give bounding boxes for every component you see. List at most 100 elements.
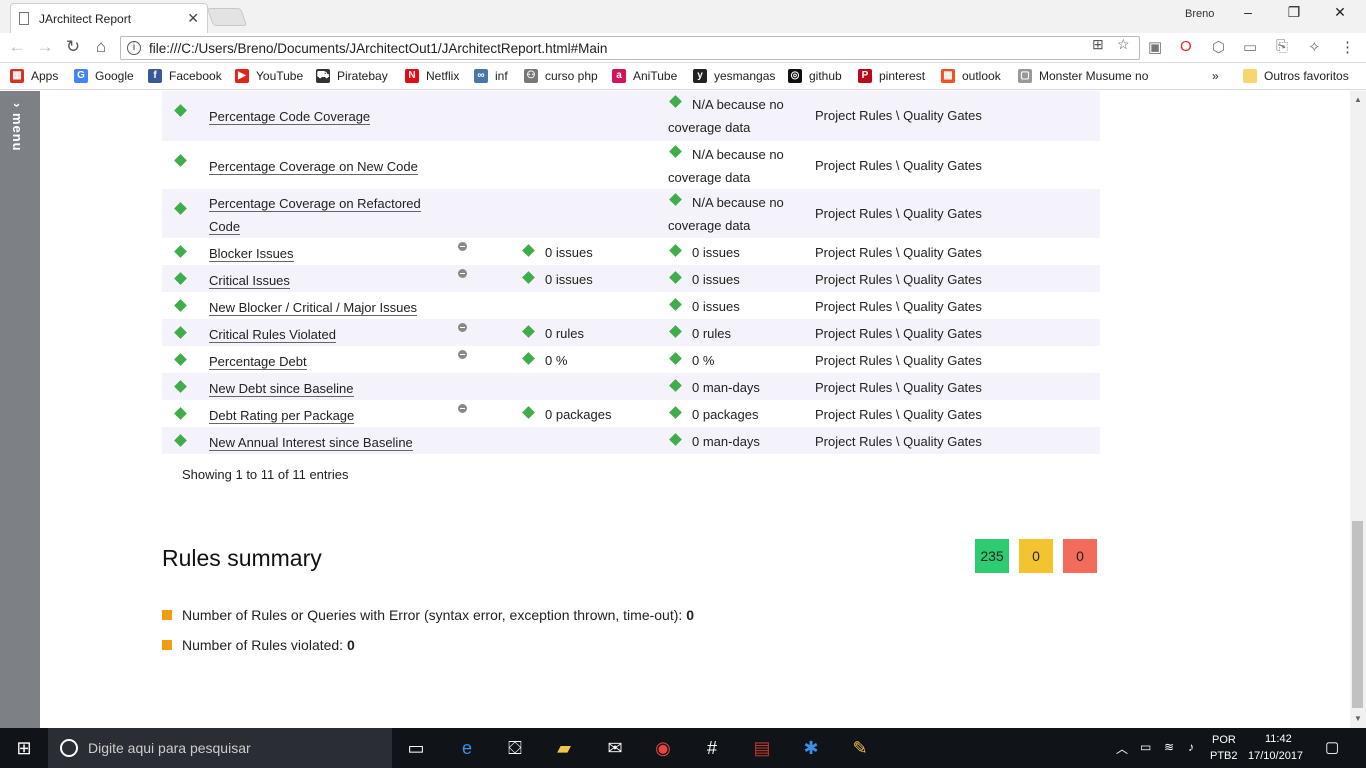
- clock-date[interactable]: 17/10/2017: [1248, 750, 1303, 762]
- value-ok-icon: [522, 401, 535, 424]
- profile-name[interactable]: Breno: [1185, 8, 1214, 20]
- opera-icon[interactable]: O: [1180, 38, 1192, 55]
- rule-name-link[interactable]: Critical Rules Violated: [209, 323, 434, 346]
- scroll-down-icon[interactable]: ▼: [1354, 714, 1362, 723]
- bookmark-item[interactable]: ◎ github: [788, 69, 842, 83]
- rule-name-link[interactable]: Blocker Issues: [209, 242, 434, 265]
- bookmarks-more-button[interactable]: »: [1212, 69, 1219, 83]
- address-bar[interactable]: i file:///C:/Users/Breno/Documents/JArch…: [120, 36, 1140, 60]
- clock-time[interactable]: 11:42: [1265, 733, 1292, 745]
- status-ok-icon: [174, 149, 187, 172]
- notifications-icon[interactable]: ▢: [1325, 738, 1339, 756]
- jarchitect-icon[interactable]: ✱: [799, 736, 823, 760]
- forward-icon[interactable]: →: [34, 37, 56, 57]
- table-row: Percentage Coverage on Refactored Code N/…: [162, 189, 1100, 238]
- bookmark-item[interactable]: Ppinterest: [858, 69, 925, 83]
- rule-name-link[interactable]: Percentage Debt: [209, 350, 434, 373]
- summary-line-errors: Number of Rules or Queries with Error (s…: [162, 607, 694, 623]
- language-indicator[interactable]: POR: [1212, 734, 1236, 746]
- close-tab-icon[interactable]: ✕: [187, 10, 199, 27]
- bookmark-item[interactable]: ▶ YouTube: [235, 69, 303, 83]
- rule-name-link[interactable]: New Annual Interest since Baseline: [209, 431, 434, 454]
- extension-box-icon[interactable]: ⬡: [1212, 38, 1225, 56]
- bookmark-star-icon[interactable]: ☆: [1117, 36, 1130, 53]
- trend-neutral-icon: [458, 262, 467, 285]
- rule-name-link[interactable]: Percentage Coverage on Refactored Code: [209, 192, 434, 238]
- rule-group: Project Rules \ Quality Gates: [815, 434, 982, 449]
- rule-name: Blocker Issues: [209, 246, 294, 262]
- rule-name-link[interactable]: Percentage Code Coverage: [209, 105, 434, 128]
- task-view-icon[interactable]: ▭: [404, 736, 428, 760]
- chrome-taskbar-icon[interactable]: ◉: [651, 736, 675, 760]
- report-content: Percentage Code Coverage N/A because no c…: [40, 91, 1350, 728]
- mail-icon[interactable]: ✉: [603, 736, 627, 760]
- paint-icon[interactable]: ✎: [848, 736, 872, 760]
- scrollbar-thumb[interactable]: [1352, 521, 1363, 708]
- wifi-icon[interactable]: ≋: [1164, 740, 1174, 754]
- bookmark-item[interactable]: f Facebook: [148, 69, 222, 83]
- store-icon[interactable]: ⛋: [503, 736, 527, 760]
- battery-icon[interactable]: ▭: [1140, 740, 1151, 754]
- close-window-icon[interactable]: ✕: [1330, 4, 1350, 21]
- chrome-menu-icon[interactable]: ⋮: [1340, 38, 1355, 56]
- reload-icon[interactable]: ↻: [62, 37, 84, 57]
- rule-name: Percentage Coverage on Refactored Code: [209, 196, 421, 235]
- bookmark-item[interactable]: y yesmangas: [693, 69, 775, 83]
- bookmark-item[interactable]: N Netflix: [405, 69, 459, 83]
- gate-ok-icon: [669, 374, 682, 397]
- taskbar-search[interactable]: Digite aqui para pesquisar: [48, 728, 392, 768]
- new-tab-button[interactable]: [206, 8, 248, 26]
- gate-ok-icon: [669, 401, 682, 424]
- page-scrollbar[interactable]: ▲ ▼: [1350, 91, 1366, 728]
- rule-value: 0 %: [545, 353, 568, 368]
- keyboard-layout[interactable]: PTB2: [1210, 750, 1238, 762]
- back-icon[interactable]: ←: [6, 37, 28, 57]
- extension-pdf-icon[interactable]: ⎘: [1276, 38, 1288, 55]
- rule-name-link[interactable]: Critical Issues: [209, 269, 434, 292]
- rule-value: 0 issues: [545, 245, 593, 260]
- bookmark-item[interactable]: ⛟ Piratebay: [316, 69, 388, 83]
- file-explorer-icon[interactable]: ▰: [552, 736, 576, 760]
- winrar-icon[interactable]: ▤: [750, 736, 774, 760]
- scroll-up-icon[interactable]: ▲: [1354, 95, 1362, 104]
- other-bookmarks-folder[interactable]: Outros favoritos: [1243, 69, 1349, 83]
- rule-name-link[interactable]: New Debt since Baseline: [209, 377, 434, 400]
- status-ok-icon: [174, 348, 187, 371]
- gate-status: 0 issues: [692, 245, 740, 260]
- rule-name-link[interactable]: Debt Rating per Package: [209, 404, 434, 427]
- browser-tab[interactable]: JArchitect Report ✕: [10, 3, 208, 33]
- rule-name-link[interactable]: New Blocker / Critical / Major Issues: [209, 296, 434, 319]
- bookmark-label: outlook: [962, 69, 1001, 83]
- info-icon[interactable]: i: [127, 41, 141, 55]
- rule-group: Project Rules \ Quality Gates: [815, 245, 982, 260]
- table-row: Critical Rules Violated 0 rules 0 rules Pro…: [162, 319, 1100, 346]
- extension-card-icon[interactable]: ▭: [1243, 38, 1257, 56]
- edge-icon[interactable]: e: [455, 736, 479, 760]
- slack-icon[interactable]: #: [700, 736, 724, 760]
- minimize-icon[interactable]: –: [1238, 4, 1258, 20]
- bookmark-item[interactable]: a AniTube: [612, 69, 677, 83]
- windows-start-icon[interactable]: ⊞: [12, 736, 36, 760]
- bookmark-favicon-icon: f: [148, 69, 162, 83]
- bookmark-item[interactable]: ⚇ curso php: [524, 69, 598, 83]
- bookmark-item[interactable]: ▦ outlook: [941, 69, 1001, 83]
- volume-icon[interactable]: ♪: [1188, 740, 1194, 754]
- extension-lock-icon[interactable]: ▣: [1148, 38, 1162, 56]
- translate-icon[interactable]: ⊞: [1092, 36, 1104, 53]
- bookmark-item[interactable]: ▢ Monster Musume no: [1018, 69, 1148, 83]
- bookmark-favicon-icon: ▢: [1018, 69, 1032, 83]
- browser-tab-strip: JArchitect Report ✕ Breno – ❐ ✕: [0, 0, 1366, 33]
- tray-chevron-icon[interactable]: ︿: [1116, 740, 1128, 757]
- gate-status: 0 issues: [692, 272, 740, 287]
- bookmark-label: Google: [95, 69, 134, 83]
- restore-icon[interactable]: ❐: [1284, 4, 1304, 21]
- table-row: Critical Issues 0 issues 0 issues Project R…: [162, 265, 1100, 292]
- bookmark-item[interactable]: G Google: [74, 69, 134, 83]
- rule-group: Project Rules \ Quality Gates: [815, 380, 982, 395]
- bookmark-item[interactable]: ∞ inf: [474, 69, 508, 83]
- side-menu-toggle[interactable]: › menu: [0, 91, 40, 728]
- rule-name-link[interactable]: Percentage Coverage on New Code: [209, 155, 434, 178]
- bookmark-item[interactable]: ▦ Apps: [10, 69, 58, 83]
- extension-puzzle-icon[interactable]: ✧: [1308, 38, 1321, 56]
- home-icon[interactable]: ⌂: [90, 37, 112, 57]
